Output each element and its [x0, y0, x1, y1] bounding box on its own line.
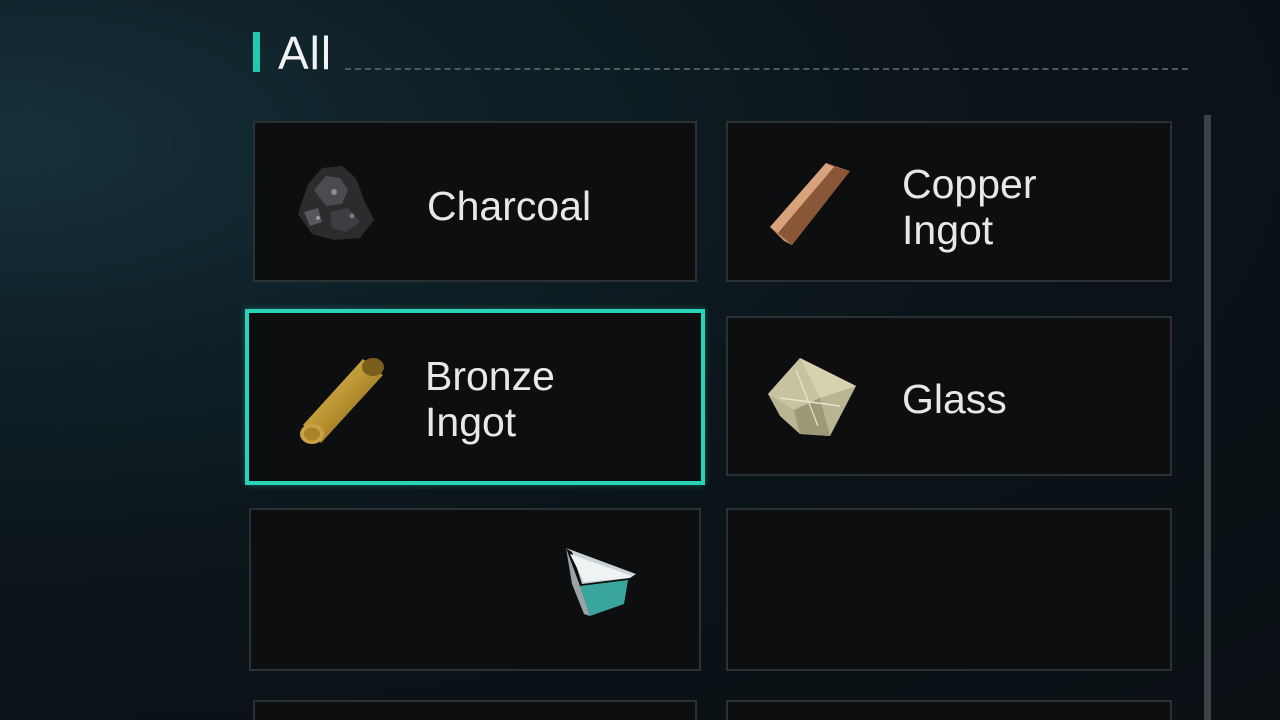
item-name: Glass	[902, 376, 1007, 422]
item-slot-empty[interactable]	[726, 508, 1172, 671]
item-name: Charcoal	[427, 183, 592, 229]
category-header: All	[253, 28, 1188, 78]
cursor-icon	[566, 548, 636, 616]
category-divider	[345, 68, 1188, 70]
item-slot-bronze-ingot[interactable]: Bronze Ingot	[245, 309, 705, 485]
category-accent-bar	[253, 32, 260, 72]
category-title: All	[278, 27, 333, 79]
bronze-ingot-icon	[300, 358, 384, 444]
item-name: Bronze Ingot	[425, 353, 555, 445]
charcoal-icon	[298, 166, 374, 240]
glass-icon	[768, 358, 856, 436]
item-slot-charcoal[interactable]: Charcoal	[253, 121, 697, 282]
scrollbar[interactable]	[1204, 115, 1211, 720]
copper-ingot-icon	[770, 163, 850, 245]
item-slot-copper-ingot[interactable]: Copper Ingot	[726, 121, 1172, 282]
item-slot-empty[interactable]	[726, 700, 1172, 720]
item-slot-glass[interactable]: Glass	[726, 316, 1172, 476]
item-slot-empty[interactable]	[253, 700, 697, 720]
item-name: Copper Ingot	[902, 161, 1037, 253]
